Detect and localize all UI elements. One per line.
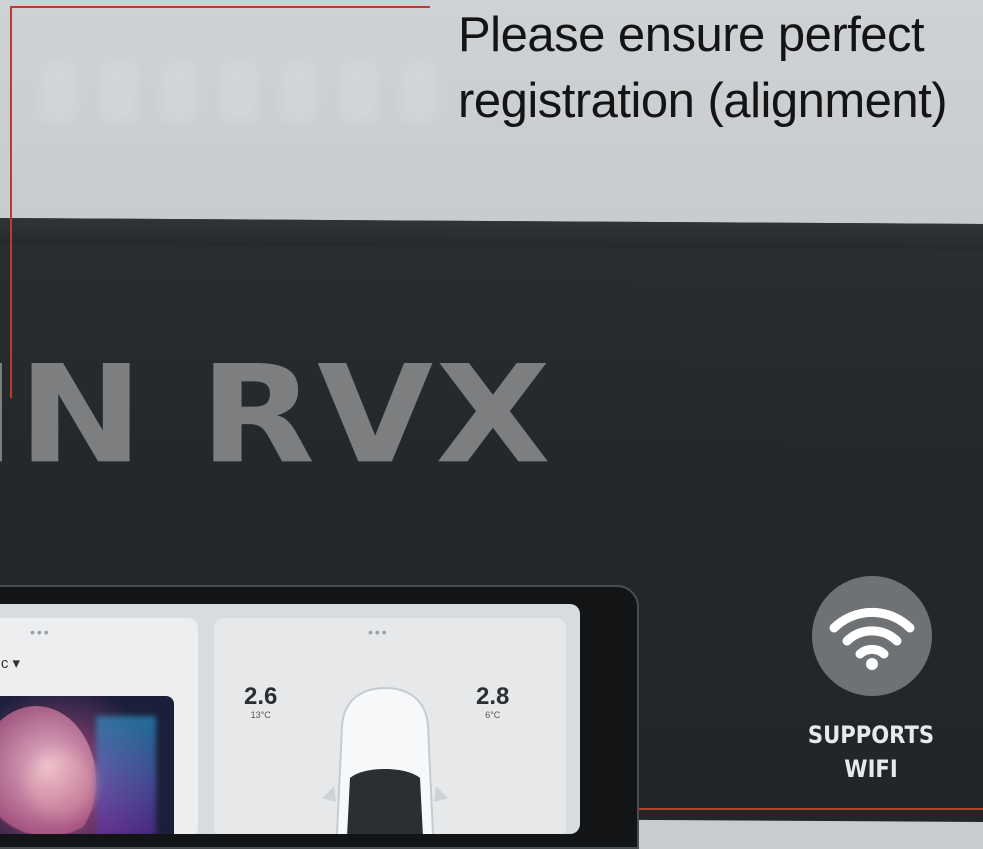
- wifi-support-label: SUPPORTS WIFI: [795, 718, 946, 786]
- notice-line-2: registration (alignment): [458, 74, 948, 128]
- card-handle-dots: •••: [368, 624, 389, 640]
- car-top-view-icon: [322, 686, 448, 834]
- album-art-neon: [96, 716, 156, 834]
- album-art-image: [0, 696, 174, 834]
- wifi-badge: [812, 576, 932, 696]
- wifi-label-line-1: SUPPORTS: [807, 721, 935, 749]
- brand-wordmark: IN RVX: [0, 337, 553, 494]
- tire-pressure-value: 2.8: [476, 683, 510, 710]
- music-source-label: sic ▾: [0, 655, 21, 672]
- tire-front-right: 2.8 6°C: [476, 683, 510, 721]
- tire-temp-value: 6°C: [485, 710, 501, 720]
- tire-pressure-card: ••• 2.6 13°C 2.8 6°C: [214, 618, 566, 834]
- wifi-icon: [829, 607, 915, 670]
- tire-pressure-value: 2.6: [244, 683, 278, 710]
- tire-front-left: 2.6 13°C: [244, 683, 278, 721]
- tire-temp-value: 13°C: [250, 710, 271, 720]
- registration-line-top: [10, 6, 430, 8]
- display-screen: ••• sic ▾ ••• 2.6 13°C 2.8 6°C: [0, 604, 580, 834]
- notice-line-1: Please ensure perfect: [458, 8, 925, 62]
- card-handle-dots: •••: [30, 624, 51, 640]
- registration-notice: Please ensure perfect registration (alig…: [458, 2, 978, 134]
- album-art-figure: [0, 706, 96, 834]
- wifi-label-line-2: WIFI: [844, 755, 898, 783]
- music-card: ••• sic ▾: [0, 618, 198, 834]
- faint-background-pattern: [40, 62, 440, 122]
